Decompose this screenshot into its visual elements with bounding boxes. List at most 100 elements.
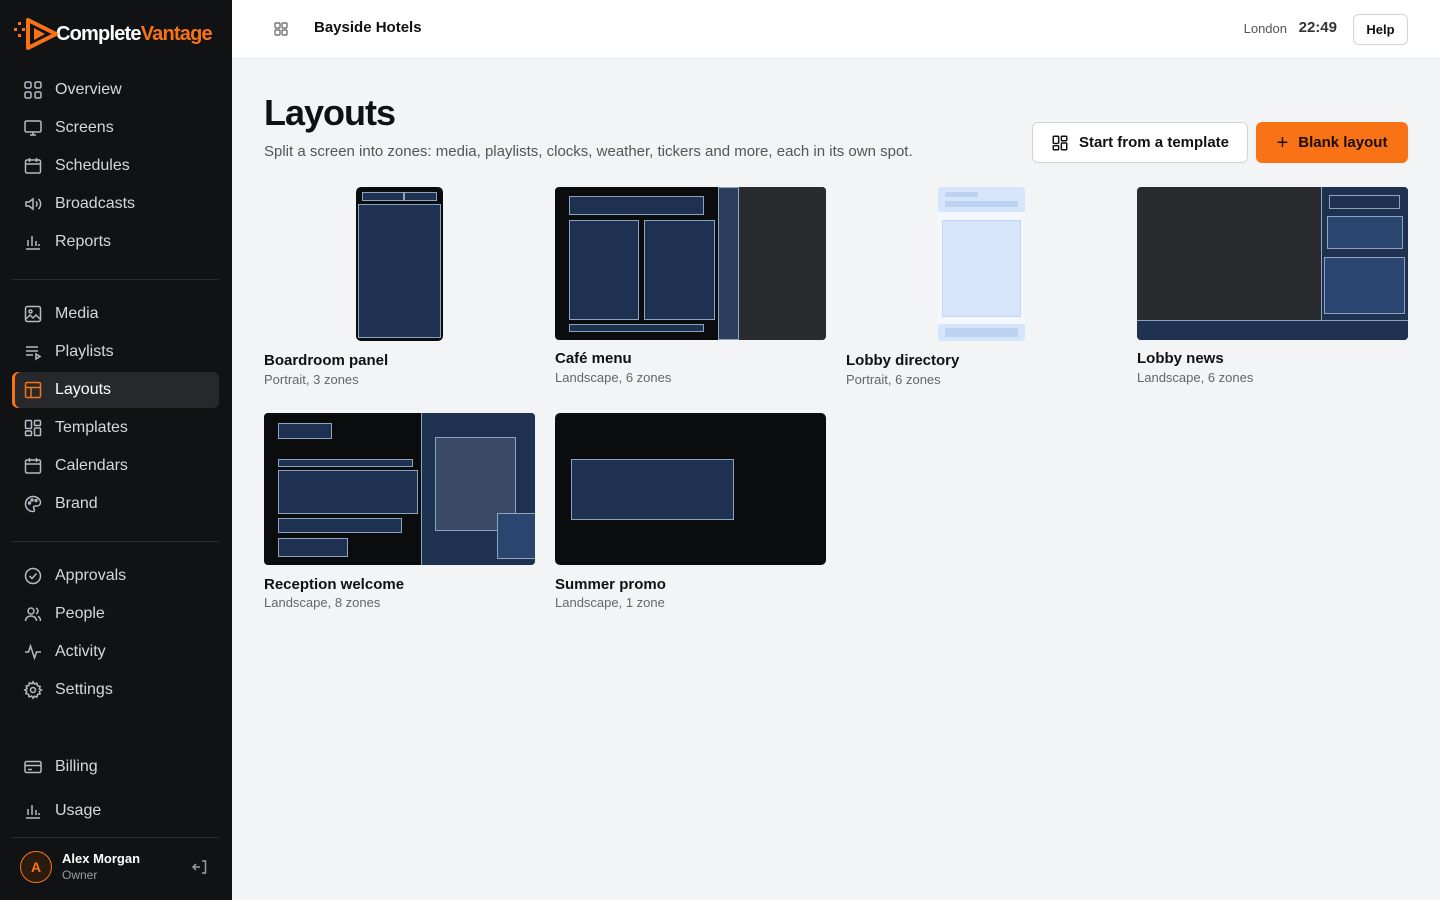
layout-zone [569, 324, 704, 332]
palette-icon [22, 493, 44, 515]
check-circle-icon [22, 565, 44, 587]
card-title: Reception welcome [264, 576, 405, 593]
topbar: Bayside Hotels London 22:49 Help [232, 0, 1440, 59]
sidebar-item-label: Playlists [55, 343, 114, 360]
sidebar-item-screens[interactable]: Screens [12, 110, 219, 146]
image-icon [22, 303, 44, 325]
card-title: Summer promo [555, 576, 666, 593]
templates-icon [22, 417, 44, 439]
layout-card[interactable]: Café menu Landscape, 6 zones [555, 187, 826, 392]
nav-group-admin: Approvals People Activity Settings [12, 558, 219, 710]
sidebar-item-label: Screens [55, 119, 114, 136]
sidebar-item-usage[interactable]: Usage [12, 793, 219, 829]
layout-zone [404, 192, 437, 201]
card-meta: Landscape, 6 zones [555, 370, 672, 385]
sidebar-item-label: Reports [55, 233, 112, 250]
start-from-template-button[interactable]: Start from a template [1032, 122, 1248, 163]
layout-zone [358, 204, 441, 338]
sidebar-item-label: Templates [55, 419, 128, 436]
sidebar-item-reports[interactable]: Reports [12, 224, 219, 260]
clock-city: London [1243, 21, 1287, 36]
sidebar-item-label: Settings [55, 681, 113, 698]
sidebar-item-schedules[interactable]: Schedules [12, 148, 219, 184]
layout-thumbnail [555, 187, 826, 340]
layout-card[interactable]: Reception welcome Landscape, 8 zones [264, 413, 535, 618]
sidebar-item-label: Billing [55, 758, 98, 775]
layout-zone [569, 220, 639, 320]
layout-thumbnail [555, 413, 826, 565]
user-profile[interactable]: A Alex Morgan Owner [20, 851, 210, 883]
card-title: Lobby news [1137, 350, 1224, 367]
layout-zone [1137, 320, 1408, 340]
templates-icon [1051, 134, 1069, 152]
layout-zone [945, 201, 1018, 207]
card-title: Lobby directory [846, 352, 960, 369]
layout-zone [718, 187, 739, 340]
layout-zone [1324, 257, 1405, 314]
avatar: A [20, 851, 52, 883]
sidebar-item-label: Media [55, 305, 99, 322]
sidebar-item-approvals[interactable]: Approvals [12, 558, 219, 594]
layout-icon [22, 379, 44, 401]
layout-zone [278, 518, 402, 533]
sidebar-item-overview[interactable]: Overview [12, 72, 219, 108]
users-icon [22, 603, 44, 625]
layout-thumbnail [1137, 187, 1408, 340]
sidebar-item-label: Schedules [55, 157, 130, 174]
brand-name-part2: Vantage [140, 22, 213, 45]
layout-zone [1327, 216, 1403, 249]
layout-zone [938, 187, 1025, 212]
user-info: Alex Morgan Owner [62, 851, 140, 883]
sidebar-item-templates[interactable]: Templates [12, 410, 219, 446]
user-name: Alex Morgan [62, 851, 141, 866]
nav-group-content: Media Playlists Layouts Templates Calend… [12, 296, 219, 524]
layout-zone [278, 459, 413, 467]
start-from-template-label: Start from a template [1078, 134, 1230, 151]
sidebar-item-media[interactable]: Media [12, 296, 219, 332]
page-subtitle: Split a screen into zones: media, playli… [264, 143, 913, 160]
layout-zone [497, 513, 535, 559]
user-role: Owner [62, 868, 98, 882]
sidebar-item-playlists[interactable]: Playlists [12, 334, 219, 370]
layout-zone [278, 470, 418, 514]
card-meta: Landscape, 6 zones [1137, 370, 1254, 385]
logo-play-icon [14, 18, 58, 50]
org-name[interactable]: Bayside Hotels [314, 19, 422, 36]
layout-zone [1329, 195, 1400, 209]
layout-card[interactable]: Summer promo Landscape, 1 zone [555, 413, 826, 618]
gear-icon [22, 679, 44, 701]
layout-zone-background [739, 187, 826, 340]
sidebar-item-brand[interactable]: Brand [12, 486, 219, 522]
sidebar-item-label: Broadcasts [55, 195, 136, 212]
sidebar-item-label: Overview [55, 81, 122, 98]
sidebar-item-label: Brand [55, 495, 98, 512]
layout-zone [644, 220, 715, 320]
layout-card[interactable]: Boardroom panel Portrait, 3 zones [264, 187, 535, 392]
layout-thumbnail [264, 413, 535, 565]
brand-logo[interactable]: CompleteVantage [14, 16, 213, 52]
sidebar-item-billing[interactable]: Billing [12, 749, 219, 785]
layout-zone [569, 196, 704, 215]
layout-card[interactable]: Lobby news Landscape, 6 zones [1137, 187, 1408, 392]
layout-card[interactable]: Lobby directory Portrait, 6 zones [846, 187, 1117, 392]
sidebar-item-label: Calendars [55, 457, 128, 474]
logout-icon[interactable] [190, 857, 210, 877]
card-meta: Portrait, 6 zones [846, 372, 941, 387]
grid-icon [22, 79, 44, 101]
sidebar-item-settings[interactable]: Settings [12, 672, 219, 708]
sidebar-item-calendars[interactable]: Calendars [12, 448, 219, 484]
sidebar-item-broadcasts[interactable]: Broadcasts [12, 186, 219, 222]
blank-layout-button[interactable]: + Blank layout [1256, 122, 1408, 163]
org-switcher-icon[interactable] [272, 20, 290, 38]
sidebar-divider [12, 541, 219, 542]
monitor-icon [22, 117, 44, 139]
sidebar-item-layouts[interactable]: Layouts [12, 372, 219, 408]
bar-chart-icon [22, 800, 44, 822]
sidebar-divider [12, 279, 219, 280]
help-button[interactable]: Help [1353, 14, 1408, 45]
card-icon [22, 756, 44, 778]
brand-name-part1: Complete [56, 22, 142, 45]
sidebar-item-people[interactable]: People [12, 596, 219, 632]
sidebar-item-activity[interactable]: Activity [12, 634, 219, 670]
card-meta: Landscape, 1 zone [555, 595, 665, 610]
